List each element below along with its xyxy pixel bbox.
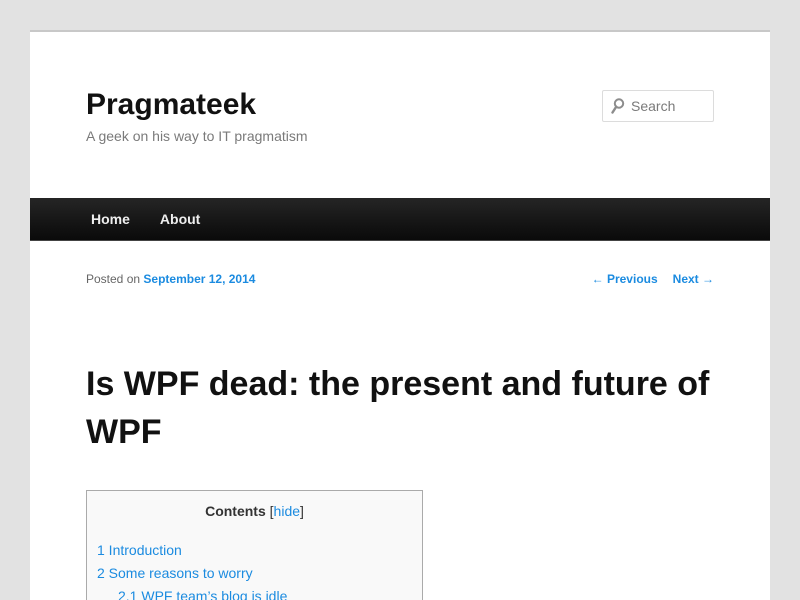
search-input[interactable] xyxy=(631,98,711,114)
page-container: Pragmateek A geek on his way to IT pragm… xyxy=(30,30,770,600)
posted-on-label: Posted on xyxy=(86,272,141,286)
nav-item-home[interactable]: Home xyxy=(76,198,145,241)
search-icon xyxy=(611,98,625,114)
toc-bracket-close: ] xyxy=(300,503,304,519)
entry-title: Is WPF dead: the present and future of W… xyxy=(86,365,710,451)
toc-item-introduction[interactable]: 1 Introduction xyxy=(97,539,412,562)
table-of-contents: Contents [hide] 1 Introduction 2 Some re… xyxy=(86,490,423,600)
search-box[interactable] xyxy=(602,90,714,122)
next-post-link[interactable]: Next → xyxy=(673,272,714,286)
toc-item-reasons-to-worry[interactable]: 2 Some reasons to worry xyxy=(97,562,412,585)
post-navigation: ← Previous Next → xyxy=(592,272,714,286)
nav-item-about[interactable]: About xyxy=(145,198,215,241)
site-description: A geek on his way to IT pragmatism xyxy=(86,128,308,144)
toc-hide-link[interactable]: hide xyxy=(274,503,300,519)
toc-header: Contents [hide] xyxy=(97,503,412,519)
toc-item-blog-idle[interactable]: 2.1 WPF team’s blog is idle xyxy=(97,585,412,600)
entry-meta: Posted on September 12, 2014 xyxy=(86,272,255,286)
previous-post-link[interactable]: ← Previous xyxy=(592,272,658,286)
main-navigation: Home About xyxy=(30,198,770,241)
toc-title: Contents xyxy=(205,503,266,519)
site-title[interactable]: Pragmateek xyxy=(86,88,256,122)
post-date-link[interactable]: September 12, 2014 xyxy=(143,272,255,286)
